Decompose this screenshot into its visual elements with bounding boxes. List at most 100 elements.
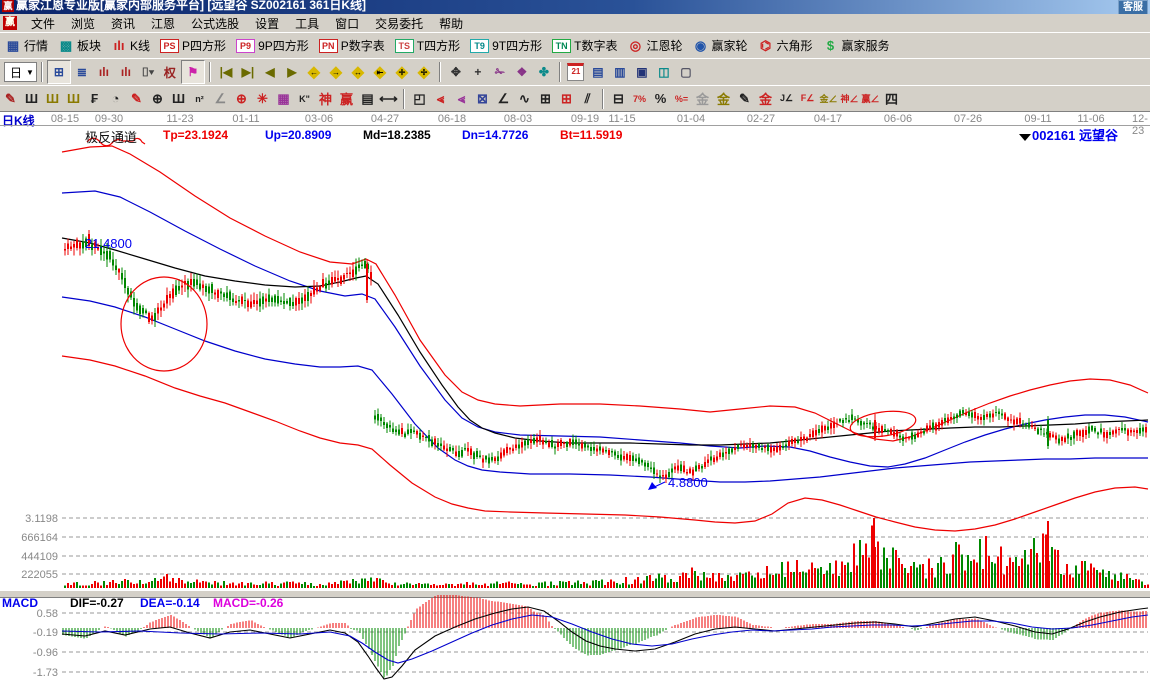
toolbar-button-gann-wheel[interactable]: ◎江恩轮 bbox=[622, 35, 687, 57]
fit-all-button[interactable]: ◆✢ bbox=[413, 61, 435, 83]
degree-circle-button[interactable]: ⊕ bbox=[147, 88, 168, 109]
flags-button[interactable]: ⚑ bbox=[181, 60, 205, 84]
shift-right-button[interactable]: ◆→ bbox=[325, 61, 347, 83]
toolbar-button-p-square[interactable]: PSP四方形 bbox=[155, 35, 231, 57]
next-bar-button[interactable]: ▶ bbox=[281, 61, 303, 83]
toolbar-button-kline-chart[interactable]: ılıK线 bbox=[106, 35, 155, 57]
grid-black-button[interactable]: ⊞ bbox=[535, 88, 556, 109]
box-corner-button[interactable]: ◰ bbox=[409, 88, 430, 109]
spiral-button[interactable]: ◔ bbox=[105, 88, 126, 109]
slant-lines-button[interactable]: ⫽ bbox=[577, 88, 598, 109]
pen-black-button[interactable]: ✎ bbox=[734, 88, 755, 109]
chart-area[interactable]: 日K线 极反通道 002161 远望谷 08-1509-3011-2301-11… bbox=[0, 111, 1150, 680]
menu-item-formula-picker[interactable]: 公式选股 bbox=[183, 14, 247, 33]
pct-button[interactable]: % bbox=[650, 88, 671, 109]
save-button[interactable]: ▣ bbox=[631, 61, 653, 83]
first-bar-button[interactable]: |◀ bbox=[215, 61, 237, 83]
menu-item-file[interactable]: 文件 bbox=[23, 14, 63, 33]
toolbar-button-market-quotes[interactable]: ▦行情 bbox=[0, 35, 53, 57]
time-ruler-button[interactable]: Ш bbox=[21, 88, 42, 109]
shift-left-button[interactable]: ◆← bbox=[303, 61, 325, 83]
red-circle-button[interactable]: ⊕ bbox=[231, 88, 252, 109]
toolbar-button-9p-square[interactable]: P99P四方形 bbox=[231, 35, 314, 57]
si-button[interactable]: 四 bbox=[881, 88, 902, 109]
ying-ruler-button[interactable]: 赢 bbox=[336, 88, 357, 109]
toolbar-button-winner-service[interactable]: $赢家服务 bbox=[818, 35, 895, 57]
seven-pct-button[interactable]: 7% bbox=[629, 88, 650, 109]
shen-angle-button[interactable]: 神∠ bbox=[839, 88, 860, 109]
quote-list-button[interactable]: ≣ bbox=[71, 61, 93, 83]
gold-ruler-1-button[interactable]: Ш bbox=[42, 88, 63, 109]
ying-angle-button[interactable]: 赢∠ bbox=[860, 88, 881, 109]
grid-red-button[interactable]: ⊞ bbox=[556, 88, 577, 109]
red-pen-button[interactable]: ✎ bbox=[126, 88, 147, 109]
date-tick-11-23: 11-23 bbox=[166, 113, 193, 125]
calculator-button[interactable]: ▤ bbox=[587, 61, 609, 83]
j-angle-button[interactable]: J∠ bbox=[776, 88, 797, 109]
shen-ruler-button[interactable]: 神 bbox=[315, 88, 336, 109]
menu-item-news[interactable]: 资讯 bbox=[103, 14, 143, 33]
bars-9-button[interactable]: ılı bbox=[115, 61, 137, 83]
expand-button[interactable]: ◆✛ bbox=[391, 61, 413, 83]
crosshair-tool-button[interactable]: + bbox=[467, 61, 489, 83]
angle-lines-button[interactable]: ∠ bbox=[493, 88, 514, 109]
period-selector[interactable]: 日 ▼ bbox=[4, 62, 37, 82]
remote-pc-button[interactable]: ▢ bbox=[675, 61, 697, 83]
menu-item-tools[interactable]: 工具 bbox=[287, 14, 327, 33]
bars-3-button[interactable]: ılı bbox=[93, 61, 115, 83]
menu-item-settings[interactable]: 设置 bbox=[247, 14, 287, 33]
box-fan-button[interactable]: ⊠ bbox=[472, 88, 493, 109]
toolbar-button-hexagon[interactable]: ⌬六角形 bbox=[753, 35, 818, 57]
adjust-rights-button[interactable]: 权 bbox=[159, 61, 181, 83]
gold-ruler-2-button[interactable]: Ш bbox=[63, 88, 84, 109]
toolbar-button-9t-square[interactable]: T99T四方形 bbox=[465, 35, 547, 57]
grid-123-button[interactable]: ▤ bbox=[357, 88, 378, 109]
gann-web-button[interactable]: ✤ bbox=[533, 61, 555, 83]
cut-tool-button[interactable]: ✁ bbox=[489, 61, 511, 83]
toolbar-button-p-table[interactable]: PNP数字表 bbox=[314, 35, 390, 57]
zoom-horizontal-button[interactable]: ◆↔ bbox=[347, 61, 369, 83]
fibo-ruler-button[interactable]: ₣ bbox=[84, 88, 105, 109]
angle-ghost-button[interactable]: ∠ bbox=[210, 88, 231, 109]
red-fan-button[interactable]: ⪡ bbox=[430, 88, 451, 109]
stock-label[interactable]: 002161 远望谷 bbox=[1032, 125, 1118, 144]
pen-tool-button[interactable]: ✎ bbox=[0, 88, 21, 109]
toolbar-button-t-table[interactable]: TNT数字表 bbox=[547, 35, 622, 57]
span-arrow-button[interactable]: ⟷ bbox=[378, 88, 399, 109]
scale-button[interactable]: ⊟ bbox=[608, 88, 629, 109]
toolbar-button-t-square[interactable]: TST四方形 bbox=[390, 35, 465, 57]
pct-icon: % bbox=[655, 91, 667, 106]
grid-box-button[interactable]: ▦ bbox=[273, 88, 294, 109]
web-button[interactable]: ✳ bbox=[252, 88, 273, 109]
last-bar-button[interactable]: ▶| bbox=[237, 61, 259, 83]
menu-item-help[interactable]: 帮助 bbox=[431, 14, 471, 33]
k-quote-button[interactable]: K" bbox=[294, 88, 315, 109]
menu-item-trade[interactable]: 交易委托 bbox=[367, 14, 431, 33]
gann-pavilion-button[interactable]: ❖ bbox=[511, 61, 533, 83]
gold-angle-button[interactable]: 金∠ bbox=[818, 88, 839, 109]
candle-style-button[interactable]: ⌷▾ bbox=[137, 61, 159, 83]
n2-button[interactable]: n² bbox=[189, 88, 210, 109]
notes-button[interactable]: ▥ bbox=[609, 61, 631, 83]
comb-button[interactable]: Ш bbox=[168, 88, 189, 109]
customer-service-button[interactable]: 客服 bbox=[1118, 0, 1148, 14]
toolbar-button-sectors[interactable]: ▩板块 bbox=[53, 35, 106, 57]
pct-lines-button[interactable]: %= bbox=[671, 88, 692, 109]
purple-fan-button[interactable]: ⪡ bbox=[451, 88, 472, 109]
compress-button[interactable]: ◆⇤ bbox=[369, 61, 391, 83]
gold-red-button[interactable]: 金 bbox=[755, 88, 776, 109]
net-update-button[interactable]: ◫ bbox=[653, 61, 675, 83]
menu-item-browse[interactable]: 浏览 bbox=[63, 14, 103, 33]
menu-item-gann[interactable]: 江恩 bbox=[143, 14, 183, 33]
gold-lines-button[interactable]: 金 bbox=[713, 88, 734, 109]
calendar-button[interactable]: 21 bbox=[565, 61, 587, 83]
zigzag-button[interactable]: ∿ bbox=[514, 88, 535, 109]
f-angle-button[interactable]: F∠ bbox=[797, 88, 818, 109]
menu-item-window[interactable]: 窗口 bbox=[327, 14, 367, 33]
prev-bar-button[interactable]: ◀ bbox=[259, 61, 281, 83]
toolbar-button-winner-wheel[interactable]: ◉赢家轮 bbox=[687, 35, 752, 57]
main-window-button[interactable]: ⊞ bbox=[47, 60, 71, 84]
gold-circle-button[interactable]: 金 bbox=[692, 88, 713, 109]
toolbar-separator bbox=[439, 62, 441, 82]
hand-tool-button[interactable]: ✥ bbox=[445, 61, 467, 83]
